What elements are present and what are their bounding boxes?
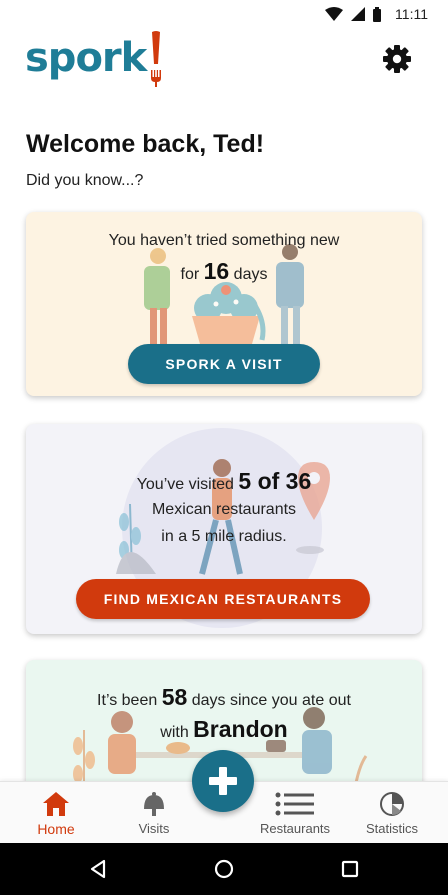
new-visit-days: 16	[203, 258, 230, 284]
welcome-subtitle: Did you know...?	[26, 172, 144, 189]
nav-item-home[interactable]: Home	[26, 782, 86, 844]
status-time: 11:11	[395, 6, 428, 22]
fork-exclamation-icon	[151, 31, 162, 87]
nav-item-visits[interactable]: Visits	[124, 782, 184, 844]
system-nav-bar	[0, 843, 448, 895]
plus-icon	[209, 767, 237, 795]
new-visit-prefix: for	[180, 266, 204, 283]
new-visit-line1: You haven’t tried something new	[108, 232, 340, 249]
spork-logo: spork	[25, 30, 164, 88]
add-visit-fab[interactable]	[192, 750, 254, 812]
back-button[interactable]	[86, 857, 110, 881]
friend-prefix: It’s been	[97, 692, 162, 709]
mexican-line2: Mexican restaurants	[151, 501, 297, 518]
new-visit-card: You haven’t tried something new for 16 d…	[26, 212, 422, 396]
friend-days: 58	[161, 684, 188, 710]
nav-item-statistics[interactable]: Statistics	[360, 782, 424, 844]
friend-name: Brandon	[193, 716, 288, 742]
welcome-title: Welcome back, Ted!	[26, 130, 265, 158]
nav-label-home: Home	[37, 821, 75, 837]
logo-text: spork	[25, 35, 147, 81]
home-icon	[43, 792, 69, 816]
mexican-count: 5 of 36	[238, 468, 312, 494]
pie-chart-icon	[380, 792, 404, 816]
back-icon	[90, 859, 106, 879]
spork-a-visit-button[interactable]: SPORK A VISIT	[128, 344, 320, 384]
list-icon	[275, 792, 314, 816]
nav-label-visits: Visits	[138, 821, 170, 836]
nav-label-restaurants: Restaurants	[259, 821, 331, 836]
friend-line2: with Brandon	[26, 716, 422, 743]
new-visit-line2: for 16 days	[26, 258, 422, 285]
friend-suffix: days since you ate out	[187, 692, 351, 709]
new-visit-suffix: days	[229, 266, 268, 283]
mexican-restaurants-card: You’ve visited 5 of 36 Mexican restauran…	[26, 424, 422, 634]
friend-line1: It’s been 58 days since you ate out	[26, 684, 422, 711]
system-home-button[interactable]	[212, 857, 236, 881]
battery-icon	[373, 6, 382, 22]
recents-icon	[341, 860, 359, 878]
nav-label-statistics: Statistics	[365, 821, 418, 836]
settings-button[interactable]	[380, 42, 414, 76]
mexican-prefix: You’ve visited	[136, 476, 239, 493]
cloche-icon	[144, 792, 164, 816]
friend-with: with	[160, 724, 194, 741]
gear-icon	[383, 45, 411, 73]
status-bar: 11:11	[0, 0, 448, 28]
nav-item-restaurants[interactable]: Restaurants	[254, 782, 336, 844]
wifi-icon	[325, 7, 344, 21]
find-mexican-restaurants-button[interactable]: FIND MEXICAN RESTAURANTS	[76, 579, 370, 619]
home-circle-icon	[214, 859, 234, 879]
recents-button[interactable]	[338, 857, 362, 881]
signal-icon	[351, 7, 366, 21]
mexican-line3: in a 5 mile radius.	[161, 528, 287, 545]
mexican-line1: You’ve visited 5 of 36	[26, 468, 422, 495]
app-header: spork	[0, 28, 448, 90]
